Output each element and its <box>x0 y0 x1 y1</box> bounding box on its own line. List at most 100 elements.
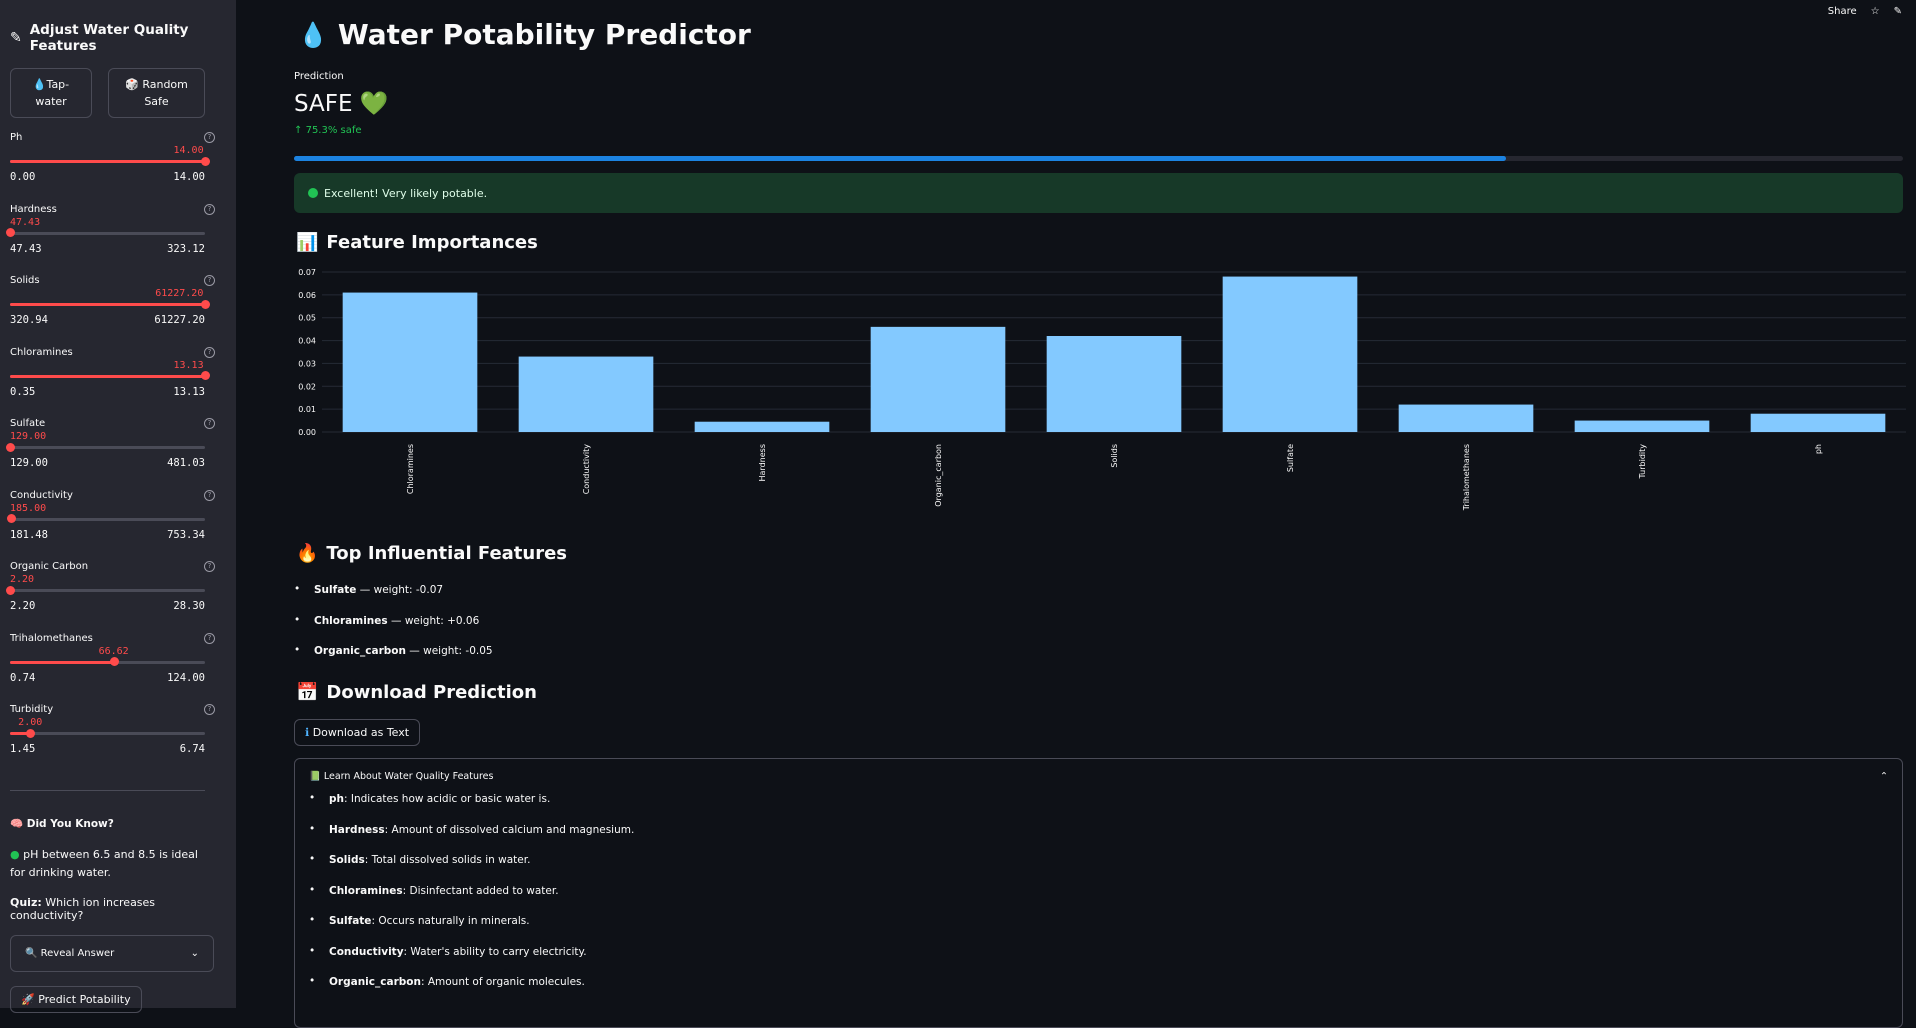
slider-track[interactable] <box>10 371 210 380</box>
slider-track[interactable] <box>5 228 205 237</box>
list-item: Sulfate: Occurs naturally in minerals. <box>309 914 1902 927</box>
slider-track[interactable] <box>5 442 205 452</box>
bar-solids[interactable] <box>1046 336 1182 432</box>
chevron-down-icon: ⌄ <box>190 947 199 959</box>
star-icon[interactable]: ☆ <box>1871 6 1880 17</box>
bar-trihalomethanes[interactable] <box>1398 404 1534 432</box>
slider-max: 28.30 <box>173 600 205 612</box>
slider-thumb[interactable] <box>6 514 16 523</box>
slider-thumb[interactable] <box>5 228 15 237</box>
slider-min: 181.48 <box>10 528 48 541</box>
y-tick-label: 0.07 <box>298 268 316 277</box>
slider-track[interactable] <box>10 156 210 166</box>
slider-trihalomethanes[interactable]: Trihalomethanes ? 66.62 0.74 124.00 <box>10 632 226 705</box>
confidence-progress <box>294 156 1903 161</box>
bar-conductivity[interactable] <box>518 356 654 432</box>
y-tick-label: 0.06 <box>298 291 316 300</box>
bar-organic_carbon[interactable] <box>870 326 1006 432</box>
green-circle-icon <box>308 188 318 198</box>
random-safe-button[interactable]: 🎲 Random Safe <box>108 68 205 118</box>
quiz: Quiz: Which ion increases conductivity? <box>10 895 156 922</box>
slider-thumb[interactable] <box>200 371 210 380</box>
bar-ph[interactable] <box>1750 413 1886 432</box>
main: Share ☆ ✎ 💧 Water Potability Predictor P… <box>236 0 1916 1028</box>
slider-sulfate[interactable]: Sulfate ? 129.00 129.00 481.03 <box>5 418 226 490</box>
feature-importances-heading: 📊 Feature Importances <box>296 232 538 253</box>
list-item: ph: Indicates how acidic or basic water … <box>309 792 1902 805</box>
y-tick-label: 0.01 <box>298 405 316 414</box>
slider-turbidity[interactable]: Turbidity ? 2.00 1.45 6.74 <box>10 704 226 776</box>
bar-hardness[interactable] <box>694 421 830 432</box>
x-tick-label: Turbidity <box>1638 444 1647 480</box>
help-icon[interactable]: ? <box>204 203 215 215</box>
slider-thumb[interactable] <box>200 299 210 309</box>
dice-icon: 🎲 <box>125 78 139 91</box>
slider-fill <box>10 303 205 306</box>
fire-icon: 🔥 <box>296 543 319 564</box>
slider-label: Trihalomethanes <box>10 632 93 644</box>
predict-potability-button[interactable]: 🚀 Predict Potability <box>10 985 142 1013</box>
slider-max: 323.12 <box>167 242 205 255</box>
slider-thumb[interactable] <box>5 585 15 595</box>
slider-track[interactable] <box>5 585 205 595</box>
slider-track[interactable] <box>10 657 205 666</box>
slider-hardness[interactable]: Hardness ? 47.43 47.43 323.12 <box>5 203 226 276</box>
help-icon[interactable]: ? <box>204 275 215 286</box>
share-button[interactable]: Share <box>1828 6 1857 17</box>
sidebar: ✎ Adjust Water Quality Features 💧Tap-wat… <box>0 0 236 1013</box>
list-item: Solids: Total dissolved solids in water. <box>309 853 1902 866</box>
help-icon[interactable]: ? <box>204 561 215 572</box>
x-tick-label: Sulfate <box>1286 444 1295 472</box>
info-icon: ℹ <box>305 726 310 739</box>
slider-conductivity[interactable]: Conductivity ? 185.00 181.48 753.34 <box>6 489 226 562</box>
help-icon[interactable]: ? <box>204 632 215 644</box>
help-icon[interactable]: ? <box>204 489 215 501</box>
slider-value: 66.62 <box>98 645 129 657</box>
bar-sulfate[interactable] <box>1222 276 1358 432</box>
slider-thumb[interactable] <box>5 442 15 452</box>
edit-icon[interactable]: ✎ <box>1894 6 1902 17</box>
slider-min: 0.35 <box>10 385 36 398</box>
slider-organic-carbon[interactable]: Organic Carbon ? 2.20 2.20 28.30 <box>5 561 226 633</box>
help-icon[interactable]: ? <box>204 132 215 143</box>
bar-turbidity[interactable] <box>1574 420 1710 432</box>
y-tick-label: 0.03 <box>298 359 316 368</box>
arrow-up-icon: ↑ <box>294 125 303 136</box>
progress-fill <box>294 156 1506 161</box>
bar-chloramines[interactable] <box>342 292 478 432</box>
slider-fill <box>10 660 115 664</box>
slider-label: Solids <box>10 275 40 286</box>
slider-min: 2.20 <box>10 600 36 612</box>
bar-chart-icon: 📊 <box>296 232 319 253</box>
list-item: Chloramines: Disinfectant added to water… <box>309 884 1902 897</box>
slider-max: 14.00 <box>173 171 205 183</box>
slider-fill <box>10 160 205 163</box>
slider-chloramines[interactable]: Chloramines ? 13.13 0.35 13.13 <box>10 346 226 419</box>
slider-track[interactable] <box>10 299 210 309</box>
sliders: Ph ? 14.00 0.00 14.00 Hardness ? 47.43 47… <box>5 132 226 776</box>
slider-ph[interactable]: Ph ? 14.00 0.00 14.00 <box>10 132 226 204</box>
pencil-icon: ✎ <box>10 30 22 46</box>
help-icon[interactable]: ? <box>204 346 215 358</box>
feature-importance-chart: 0.00 0.01 0.02 0.03 0.04 0.05 0.06 0.07 Chlorami… <box>298 268 1906 511</box>
sidebar-title-text: Adjust Water Quality Features <box>29 22 189 54</box>
reveal-answer-expander[interactable]: 🔍 Reveal Answer ⌄ <box>10 934 214 972</box>
slider-solids[interactable]: Solids ? 61227.20 320.94 61227.20 <box>10 275 226 347</box>
slider-thumb[interactable] <box>200 156 210 166</box>
x-tick-label: Trihalomethanes <box>1462 444 1471 511</box>
download-button[interactable]: ℹ Download as Text <box>294 719 421 746</box>
divider <box>10 789 205 791</box>
learn-expander-header[interactable]: 📗 Learn About Water Quality Features ⌃ <box>295 759 1902 793</box>
brain-icon: 🧠 <box>10 817 24 830</box>
slider-thumb[interactable] <box>25 728 35 738</box>
list-item: Conductivity: Water's ability to carry e… <box>309 945 1902 958</box>
magnifier-icon: 🔍 <box>25 947 38 959</box>
slider-track[interactable] <box>6 514 205 523</box>
y-tick-label: 0.02 <box>298 382 316 391</box>
help-icon[interactable]: ? <box>204 704 215 715</box>
tap-water-button[interactable]: 💧Tap-water <box>10 68 92 118</box>
help-icon[interactable]: ? <box>204 418 215 429</box>
slider-track[interactable] <box>10 728 205 738</box>
slider-thumb[interactable] <box>109 657 119 666</box>
y-tick-label: 0.04 <box>298 337 316 346</box>
